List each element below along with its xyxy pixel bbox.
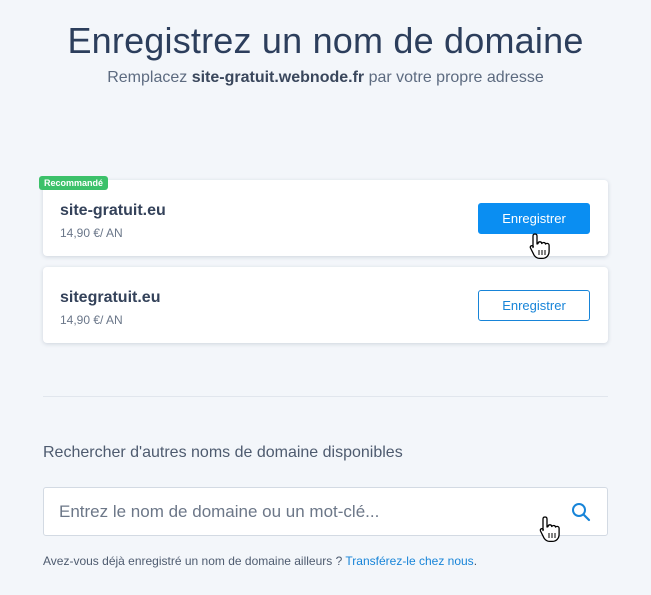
domain-card: sitegratuit.eu 14,90 €/ AN Enregistrer xyxy=(43,267,608,343)
current-domain: site-gratuit.webnode.fr xyxy=(191,69,365,86)
search-box[interactable] xyxy=(43,487,608,536)
transfer-suffix: . xyxy=(473,554,478,568)
transfer-note: Avez-vous déjà enregistré un nom de doma… xyxy=(43,554,477,568)
domain-search-input[interactable] xyxy=(44,488,554,535)
register-button-primary[interactable]: Enregistrer xyxy=(478,203,590,234)
hand-cursor-icon xyxy=(539,516,560,543)
search-icon[interactable] xyxy=(571,502,591,522)
domain-name: site-gratuit.eu xyxy=(60,202,166,219)
subtitle-prefix: Remplacez xyxy=(107,69,192,86)
domain-card-recommended: Recommandé site-gratuit.eu 14,90 €/ AN E… xyxy=(39,176,608,256)
domain-price: 14,90 €/ AN xyxy=(60,226,123,240)
recommended-badge: Recommandé xyxy=(39,176,109,190)
register-button-secondary[interactable]: Enregistrer xyxy=(478,290,590,321)
search-label: Rechercher d'autres noms de domaine disp… xyxy=(43,444,403,461)
section-divider xyxy=(43,396,608,397)
page-title: Enregistrez un nom de domaine xyxy=(67,20,584,61)
transfer-link[interactable]: Transférez-le chez nous xyxy=(345,554,473,568)
domain-price: 14,90 €/ AN xyxy=(60,313,123,327)
hand-cursor-icon xyxy=(529,233,550,260)
subtitle-suffix: par votre propre adresse xyxy=(364,69,544,86)
domain-name: sitegratuit.eu xyxy=(60,289,161,306)
transfer-text: Avez-vous déjà enregistré un nom de doma… xyxy=(43,554,346,568)
page-subtitle: Remplacez site-gratuit.webnode.fr par vo… xyxy=(0,69,651,87)
